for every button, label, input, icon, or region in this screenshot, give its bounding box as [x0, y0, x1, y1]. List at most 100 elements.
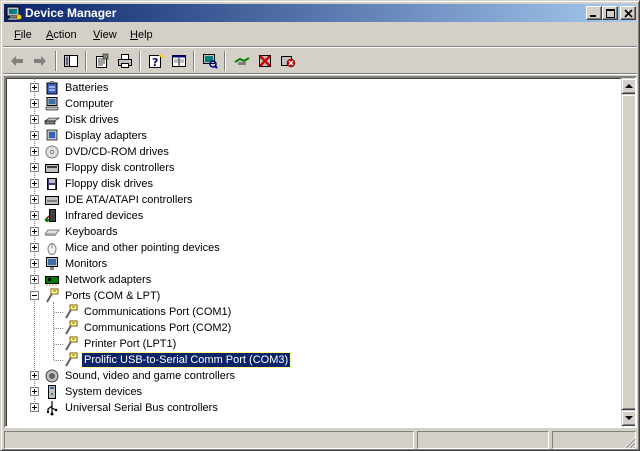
- maximize-button[interactable]: [602, 6, 618, 20]
- expand-icon[interactable]: [30, 227, 39, 236]
- tree-label-printer-port-lpt1: Printer Port (LPT1): [84, 338, 177, 350]
- device-category-node[interactable]: DVD/CD-ROM drives: [30, 144, 390, 160]
- menu-action[interactable]: Action: [46, 28, 77, 42]
- menu-file-accel: F: [14, 29, 21, 41]
- usb-icon: [44, 400, 60, 416]
- device-category-node[interactable]: Network adapters: [30, 272, 390, 288]
- expand-icon[interactable]: [30, 115, 39, 124]
- print-button[interactable]: [115, 51, 135, 71]
- scroll-thumb[interactable]: [621, 94, 635, 410]
- tree-connector-line: [54, 312, 63, 313]
- device-category-node[interactable]: Keyboards: [30, 224, 390, 240]
- device-tree[interactable]: Batteries Computer Disk drives Display adap…: [6, 78, 621, 426]
- network-icon: [44, 272, 60, 288]
- window-title: Device Manager: [25, 6, 117, 20]
- expand-icon[interactable]: [30, 99, 39, 108]
- status-bar: [4, 431, 636, 449]
- floppy-icon: [44, 176, 60, 192]
- toolbar-separator: [139, 51, 141, 71]
- menu-bar: File Action View Help: [4, 25, 636, 45]
- title-bar[interactable]: Device Manager: [4, 4, 636, 22]
- device-category-node[interactable]: Display adapters: [30, 128, 390, 144]
- menu-help-accel: H: [130, 29, 138, 41]
- help-button[interactable]: ?: [146, 51, 166, 71]
- dvd-icon: [44, 144, 60, 160]
- ide-icon: [44, 192, 60, 208]
- scroll-up-button[interactable]: [621, 78, 635, 94]
- device-tree-pane[interactable]: Batteries Computer Disk drives Display adap…: [4, 76, 637, 428]
- expand-icon[interactable]: [30, 275, 39, 284]
- menu-view[interactable]: View: [93, 28, 117, 42]
- device-category-node[interactable]: Sound, video and game controllers: [30, 368, 390, 384]
- tree-label-computer: Computer: [65, 98, 114, 110]
- expand-icon[interactable]: [30, 259, 39, 268]
- device-category-node[interactable]: Floppy disk drives: [30, 176, 390, 192]
- properties-button[interactable]: [92, 51, 112, 71]
- expand-icon[interactable]: [30, 195, 39, 204]
- menu-action-rest: ction: [53, 29, 77, 41]
- port-icon: [63, 352, 79, 368]
- toolbar: ?: [4, 49, 636, 73]
- battery-icon: [44, 80, 60, 96]
- tree-label-infrared-devices: Infrared devices: [65, 210, 144, 222]
- port-device-node[interactable]: Communications Port (COM2): [63, 320, 423, 336]
- menu-view-rest: iew: [100, 29, 117, 41]
- device-category-node[interactable]: Computer: [30, 96, 390, 112]
- expand-icon[interactable]: [30, 403, 39, 412]
- disable-device-button[interactable]: [255, 51, 275, 71]
- menu-file[interactable]: File: [14, 28, 32, 42]
- expand-icon[interactable]: [30, 179, 39, 188]
- resize-grip-icon[interactable]: [624, 437, 636, 449]
- device-category-node[interactable]: Infrared devices: [30, 208, 390, 224]
- port-device-node[interactable]: Prolific USB-to-Serial Comm Port (COM3): [63, 352, 423, 368]
- tree-label-network-adapters: Network adapters: [65, 274, 152, 286]
- device-category-node[interactable]: Monitors: [30, 256, 390, 272]
- scan-hardware-button[interactable]: [200, 51, 220, 71]
- toolbar-separator-line: [3, 73, 637, 75]
- uninstall-device-button[interactable]: [278, 51, 298, 71]
- device-category-node[interactable]: IDE ATA/ATAPI controllers: [30, 192, 390, 208]
- expand-icon[interactable]: [30, 371, 39, 380]
- vertical-scrollbar[interactable]: [621, 78, 635, 426]
- forward-button[interactable]: [30, 51, 50, 71]
- toolbar-separator: [85, 51, 87, 71]
- menu-help-rest: elp: [137, 29, 153, 41]
- infrared-icon: [44, 208, 60, 224]
- export-list-button[interactable]: [169, 51, 189, 71]
- device-category-node[interactable]: Mice and other pointing devices: [30, 240, 390, 256]
- toolbar-separator: [224, 51, 226, 71]
- status-panel-main: [4, 431, 414, 449]
- scroll-down-button[interactable]: [621, 410, 635, 426]
- update-driver-button[interactable]: [232, 51, 252, 71]
- expand-icon[interactable]: [30, 83, 39, 92]
- show-hide-tree-button[interactable]: [61, 51, 81, 71]
- close-button[interactable]: [620, 6, 636, 20]
- port-device-node[interactable]: Communications Port (COM1): [63, 304, 423, 320]
- expand-icon[interactable]: [30, 243, 39, 252]
- device-category-node[interactable]: Disk drives: [30, 112, 390, 128]
- expand-icon[interactable]: [30, 387, 39, 396]
- tree-label-keyboards: Keyboards: [65, 226, 118, 238]
- device-category-node[interactable]: Batteries: [30, 80, 390, 96]
- tree-label-ide-ata-atapi-controllers: IDE ATA/ATAPI controllers: [65, 194, 193, 206]
- menu-help[interactable]: Help: [130, 28, 153, 42]
- expand-icon[interactable]: [30, 131, 39, 140]
- minimize-button[interactable]: [586, 6, 602, 20]
- expand-icon[interactable]: [30, 211, 39, 220]
- tree-label-mice-and-other-pointing-devices: Mice and other pointing devices: [65, 242, 220, 254]
- expand-icon[interactable]: [30, 147, 39, 156]
- device-category-node[interactable]: System devices: [30, 384, 390, 400]
- device-category-node[interactable]: Floppy disk controllers: [30, 160, 390, 176]
- disk-icon: [44, 112, 60, 128]
- display-icon: [44, 128, 60, 144]
- device-category-node[interactable]: Universal Serial Bus controllers: [30, 400, 390, 416]
- port-device-node[interactable]: Printer Port (LPT1): [63, 336, 423, 352]
- back-button[interactable]: [7, 51, 27, 71]
- floppyctl-icon: [44, 160, 60, 176]
- expand-icon[interactable]: [30, 163, 39, 172]
- computer-icon: [44, 96, 60, 112]
- mouse-icon: [44, 240, 60, 256]
- device-category-node[interactable]: Ports (COM & LPT): [30, 288, 390, 304]
- tree-label-communications-port-com2: Communications Port (COM2): [84, 322, 232, 334]
- collapse-icon[interactable]: [30, 291, 39, 300]
